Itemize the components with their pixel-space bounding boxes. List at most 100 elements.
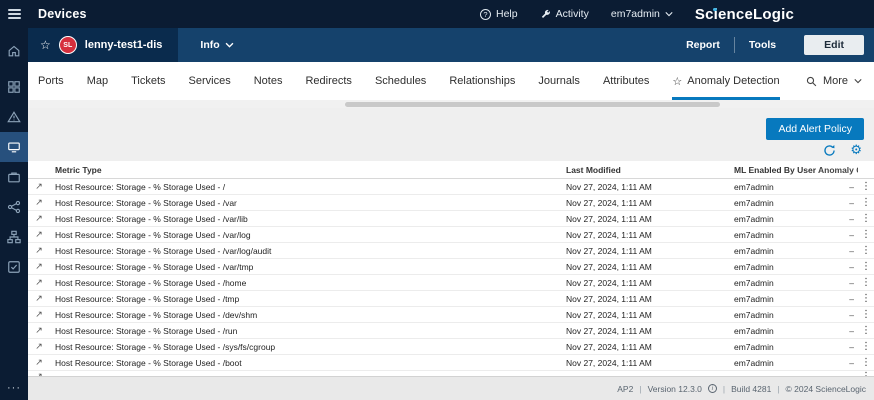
app-window: Devices ? Help Activity em7admin Science…	[0, 0, 874, 400]
table-row[interactable]: ↗ Host Resource: Storage - % Storage Use…	[28, 211, 874, 227]
row-menu-icon[interactable]: ⋮	[858, 229, 874, 240]
footer-copyright: © 2024 ScienceLogic	[786, 384, 866, 394]
metric-type-cell: Host Resource: Storage - % Storage Used …	[50, 214, 566, 224]
last-modified-cell: Nov 27, 2024, 1:11 AM	[566, 182, 734, 192]
last-modified-cell: Nov 27, 2024, 1:11 AM	[566, 262, 734, 272]
tab-label: Schedules	[375, 75, 426, 87]
open-metric-icon[interactable]: ↗	[28, 246, 50, 256]
row-menu-icon[interactable]: ⋮	[858, 309, 874, 320]
alert-policy-table: Metric Type Last Modified ML Enabled By …	[28, 161, 874, 376]
row-menu-icon[interactable]: ⋮	[858, 213, 874, 224]
row-menu-icon[interactable]: ⋮	[858, 245, 874, 256]
info-dropdown[interactable]: Info	[200, 39, 233, 51]
ml-enabled-by-user-cell: em7admin	[734, 278, 818, 288]
last-modified-cell: Nov 27, 2024, 1:11 AM	[566, 326, 734, 336]
scrollbar-thumb[interactable]	[345, 102, 720, 107]
table-row[interactable]: ↗ Host Resource: Storage - % Storage Use…	[28, 179, 874, 195]
open-metric-icon[interactable]: ↗	[28, 262, 50, 272]
refresh-icon[interactable]	[823, 144, 836, 157]
sidebar-item-dashboards[interactable]	[0, 72, 28, 102]
anomaly-cell: –	[818, 230, 858, 240]
open-metric-icon[interactable]: ↗	[28, 182, 50, 192]
tab[interactable]: ☆ Tickets	[131, 62, 165, 100]
table-row[interactable]: ↗ Host Resource: Storage - % Storage Use…	[28, 259, 874, 275]
column-header-metric-type[interactable]: Metric Type	[50, 165, 566, 175]
table-row[interactable]: ↗ Host Resource: Storage - % Storage Use…	[28, 291, 874, 307]
table-row[interactable]: ↗ Host Resource: Storage - % Storage Use…	[28, 307, 874, 323]
table-row[interactable]: ↗ Host Resource: Storage - % Storage Use…	[28, 195, 874, 211]
hamburger-menu-icon[interactable]	[0, 9, 28, 19]
open-metric-icon[interactable]: ↗	[28, 358, 50, 368]
edit-button[interactable]: Edit	[804, 35, 864, 55]
open-metric-icon[interactable]: ↗	[28, 230, 50, 240]
user-menu[interactable]: em7admin	[611, 8, 673, 20]
anomaly-detection-panel: Add Alert Policy ⚙ Metric Type	[28, 108, 874, 376]
row-menu-icon[interactable]: ⋮	[858, 341, 874, 352]
table-row[interactable]: ↗ Host Resource: Storage - % Storage Use…	[28, 339, 874, 355]
search-icon[interactable]	[806, 76, 817, 87]
table-row[interactable]: ↗ Host Resource: Storage - % Storage Use…	[28, 323, 874, 339]
tab[interactable]: ☆ Anomaly Detection	[672, 62, 779, 100]
open-metric-icon[interactable]: ↗	[28, 278, 50, 288]
ml-enabled-by-user-cell: em7admin	[734, 342, 818, 352]
devices-monitor-icon	[7, 140, 21, 154]
sidebar-item-maps[interactable]	[0, 222, 28, 252]
column-header-anomaly[interactable]: Anomaly C...	[818, 165, 858, 175]
gear-icon[interactable]: ⚙	[850, 144, 862, 157]
tab-label: Relationships	[449, 75, 515, 87]
row-menu-icon[interactable]: ⋮	[858, 293, 874, 304]
row-menu-icon[interactable]: ⋮	[858, 325, 874, 336]
tabs-more-button[interactable]: More	[806, 62, 862, 100]
sidebar-more-button[interactable]: ···	[0, 382, 28, 394]
tab[interactable]: ☆ Journals	[538, 62, 580, 100]
tools-button[interactable]: Tools	[735, 39, 790, 51]
sidebar-item-events[interactable]	[0, 102, 28, 132]
tab[interactable]: ☆ Ports	[38, 62, 64, 100]
column-header-last-modified[interactable]: Last Modified	[566, 165, 734, 175]
row-menu-icon[interactable]: ⋮	[858, 181, 874, 192]
last-modified-cell: Nov 27, 2024, 1:11 AM	[566, 198, 734, 208]
sidebar-item-automation[interactable]	[0, 192, 28, 222]
report-button[interactable]: Report	[672, 39, 734, 51]
logo-dot	[713, 8, 716, 11]
open-metric-icon[interactable]: ↗	[28, 198, 50, 208]
chevron-down-icon	[665, 11, 673, 17]
column-header-ml-enabled-by-user[interactable]: ML Enabled By User	[734, 165, 818, 175]
anomaly-cell: –	[818, 358, 858, 368]
sidebar-item-business-services[interactable]	[0, 162, 28, 192]
tab[interactable]: ☆ Relationships	[449, 62, 515, 100]
tabs-horizontal-scrollbar[interactable]	[28, 100, 874, 108]
favorite-star-icon[interactable]: ☆	[40, 38, 51, 52]
device-identity-block: ☆ SL lenny-test1-dis	[28, 28, 178, 62]
metric-type-cell: Host Resource: Storage - % Storage Used …	[50, 310, 566, 320]
row-menu-icon[interactable]: ⋮	[858, 357, 874, 368]
sidebar-item-checklists[interactable]	[0, 252, 28, 282]
tab-label: Tickets	[131, 75, 165, 87]
tab[interactable]: ☆ Attributes	[603, 62, 649, 100]
tab[interactable]: ☆ Schedules	[375, 62, 426, 100]
info-icon[interactable]: i	[708, 384, 717, 393]
open-metric-icon[interactable]: ↗	[28, 326, 50, 336]
sidebar-item-home[interactable]	[0, 36, 28, 66]
tab[interactable]: ☆ Services	[189, 62, 231, 100]
activity-button[interactable]: Activity	[540, 8, 589, 20]
row-menu-icon[interactable]: ⋮	[858, 277, 874, 288]
tab[interactable]: ☆ Map	[87, 62, 108, 100]
brand-text: ScienceLogic	[695, 6, 794, 23]
help-button[interactable]: ? Help	[480, 8, 518, 20]
row-menu-icon[interactable]: ⋮	[858, 197, 874, 208]
subheader-actions: Report Tools Edit	[672, 35, 874, 55]
table-row[interactable]: ↗ Host Resource: Storage - % Storage Use…	[28, 243, 874, 259]
tab[interactable]: ☆ Notes	[254, 62, 283, 100]
add-alert-policy-button[interactable]: Add Alert Policy	[766, 118, 864, 140]
sidebar-item-devices[interactable]	[0, 132, 28, 162]
open-metric-icon[interactable]: ↗	[28, 342, 50, 352]
table-row[interactable]: ↗ Host Resource: Storage - % Storage Use…	[28, 355, 874, 371]
table-row[interactable]: ↗ Host Resource: Storage - % Storage Use…	[28, 227, 874, 243]
open-metric-icon[interactable]: ↗	[28, 214, 50, 224]
open-metric-icon[interactable]: ↗	[28, 294, 50, 304]
tab[interactable]: ☆ Redirects	[305, 62, 351, 100]
row-menu-icon[interactable]: ⋮	[858, 261, 874, 272]
table-row[interactable]: ↗ Host Resource: Storage - % Storage Use…	[28, 275, 874, 291]
open-metric-icon[interactable]: ↗	[28, 310, 50, 320]
